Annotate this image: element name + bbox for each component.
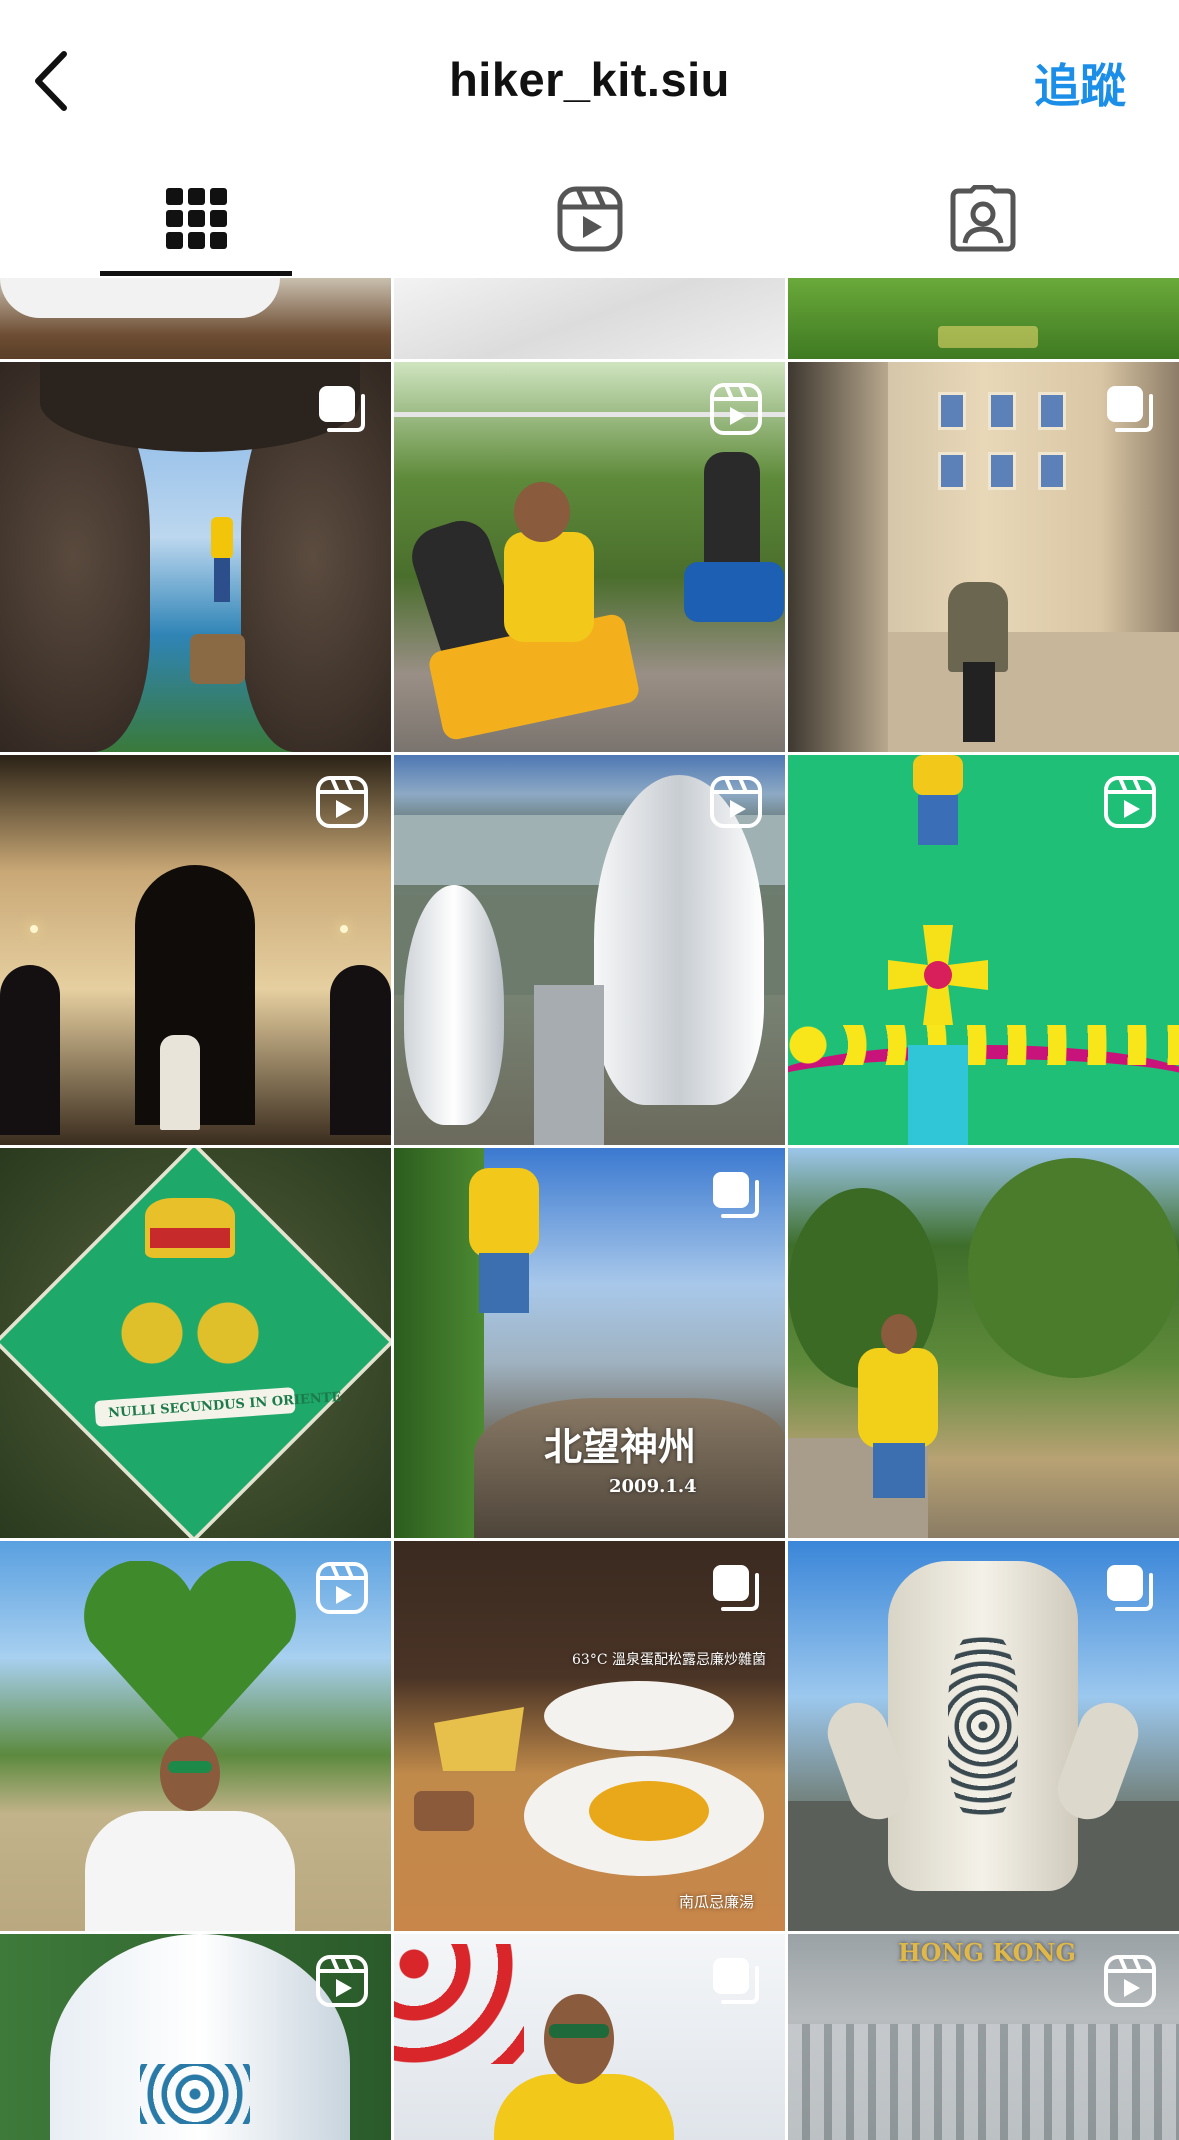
post-tile[interactable] [0,362,391,752]
reel-icon [1104,1955,1156,2007]
rock-inscription: 北望神州 [544,1424,697,1469]
follow-button[interactable]: 追蹤 [1034,50,1126,116]
post-tile[interactable] [0,755,391,1145]
post-tile[interactable] [788,1148,1179,1538]
carousel-icon [713,1172,759,1218]
carousel-icon [1107,386,1153,432]
carousel-icon [1107,1565,1153,1611]
reel-icon [316,1955,368,2007]
post-tile[interactable]: 北望神州 2009.1.4 [394,1148,785,1538]
reel-icon [710,776,762,828]
post-tile[interactable] [788,362,1179,752]
post-tile[interactable] [0,1541,391,1931]
reel-icon [316,1562,368,1614]
reel-icon [316,776,368,828]
hong-kong-title: HONG KONG [898,1938,1076,1967]
carousel-icon [713,1565,759,1611]
tab-tagged[interactable] [786,160,1179,278]
post-partial-2[interactable] [394,278,785,359]
food-caption-bottom: 南瓜忌廉湯 [679,1893,755,1911]
carousel-icon [319,386,365,432]
posts-grid: NULLI SECUNDUS IN ORIENTE 北望神州 2009.1.4 … [0,278,1179,2140]
grid-icon [165,188,227,249]
tagged-icon [950,185,1015,252]
post-tile[interactable] [0,1934,391,2140]
post-tile[interactable] [788,755,1179,1145]
post-partial-1[interactable] [0,278,391,359]
post-tile[interactable] [394,1934,785,2140]
reel-icon [710,383,762,435]
reels-icon [557,186,622,252]
profile-tabs [0,160,1179,278]
post-partial-3[interactable] [788,278,1179,359]
tab-reels[interactable] [393,160,786,278]
post-tile[interactable] [394,755,785,1145]
post-tile[interactable]: NULLI SECUNDUS IN ORIENTE [0,1148,391,1538]
post-tile[interactable]: HONG KONG [788,1934,1179,2140]
post-tile[interactable] [394,362,785,752]
post-tile[interactable] [788,1541,1179,1931]
rock-date: 2009.1.4 [609,1476,697,1497]
post-tile[interactable]: 63°C 溫泉蛋配松露忌廉炒雜菌 南瓜忌廉湯 [394,1541,785,1931]
top-bar: hiker_kit.siu 追蹤 [0,0,1179,160]
tab-grid[interactable] [0,160,393,278]
page-title: hiker_kit.siu [449,53,730,106]
carousel-icon [713,1958,759,2004]
food-caption-top: 63°C 溫泉蛋配松露忌廉炒雜菌 [572,1652,766,1668]
reel-icon [1104,776,1156,828]
